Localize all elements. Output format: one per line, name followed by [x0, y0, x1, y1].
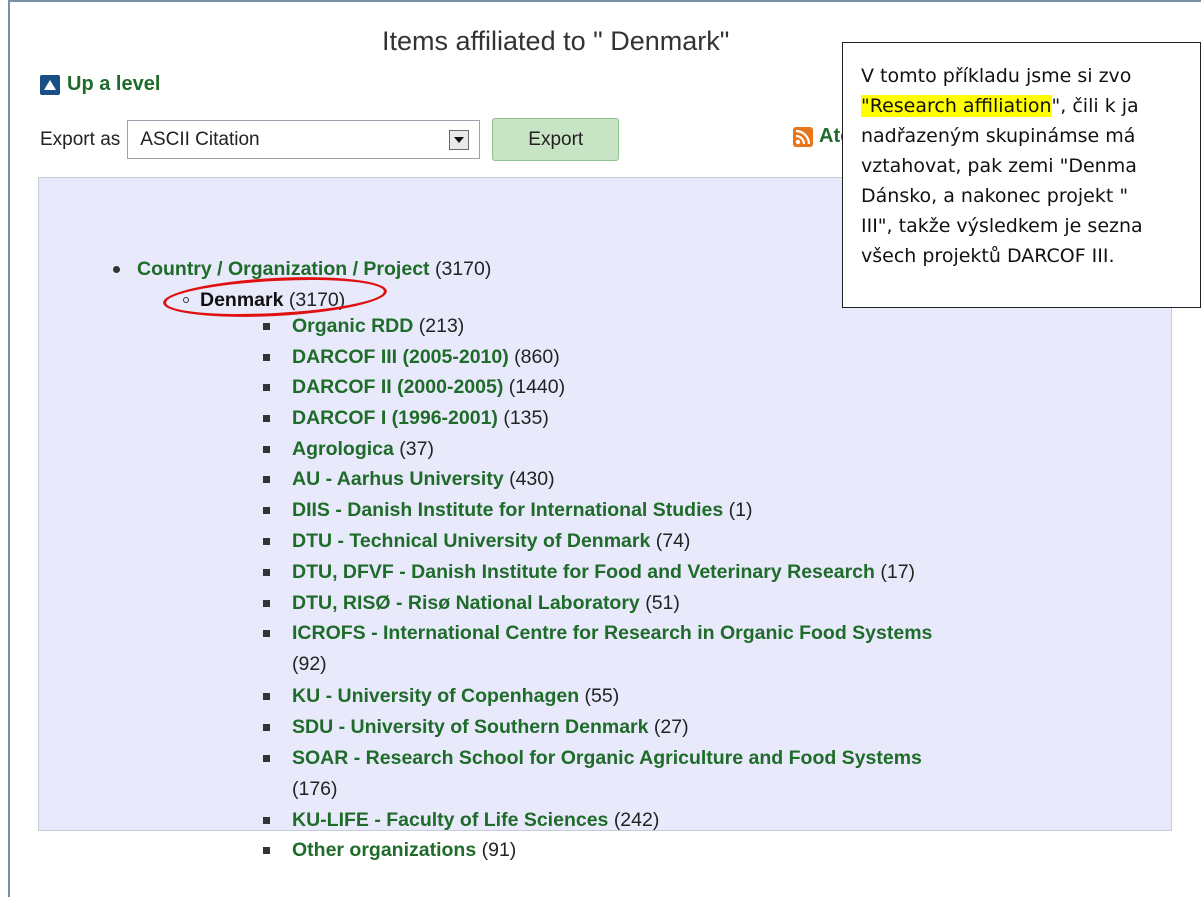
tree-bullet: [263, 507, 270, 514]
project-count: (135): [503, 407, 549, 429]
list-item: KU-LIFE - Faculty of Life Sciences (242): [292, 808, 659, 832]
tree-bullet: [263, 755, 270, 762]
list-item: DARCOF I (1996-2001) (135): [292, 406, 549, 430]
export-format-select[interactable]: ASCII Citation: [127, 120, 481, 159]
tree-bullet: [263, 323, 270, 330]
list-item: ICROFS - International Centre for Resear…: [292, 621, 932, 675]
project-link[interactable]: AU - Aarhus University: [292, 468, 504, 490]
export-format-value: ASCII Citation: [140, 128, 260, 150]
project-count: (27): [653, 716, 689, 738]
explanation-callout: V tomto příkladu jsme si zvo "Research a…: [842, 42, 1201, 308]
project-count: (74): [655, 530, 691, 552]
tree-bullet: [263, 817, 270, 824]
project-link[interactable]: DARCOF III (2005-2010): [292, 346, 509, 368]
project-link[interactable]: SOAR - Research School for Organic Agric…: [292, 747, 922, 769]
list-item: Agrologica (37): [292, 437, 434, 461]
project-link[interactable]: ICROFS - International Centre for Resear…: [292, 622, 932, 644]
project-link[interactable]: Agrologica: [292, 438, 394, 460]
project-count: (37): [399, 438, 434, 460]
tree-root-count: (3170): [434, 258, 492, 280]
list-item: DARCOF III (2005-2010) (860): [292, 345, 560, 369]
list-item: SOAR - Research School for Organic Agric…: [292, 746, 922, 800]
project-link[interactable]: DIIS - Danish Institute for Internationa…: [292, 499, 723, 521]
list-item: Other organizations (91): [292, 838, 516, 862]
project-link[interactable]: Organic RDD: [292, 315, 413, 337]
project-count: (92): [292, 653, 327, 675]
project-count: (51): [645, 592, 680, 614]
page-top-border: [8, 0, 1201, 2]
tree-bullet: [263, 724, 270, 731]
callout-line: Dánsko, a nakonec projekt ": [861, 185, 1129, 207]
project-count: (55): [584, 685, 620, 707]
project-link[interactable]: DARCOF II (2000-2005): [292, 376, 503, 398]
project-link[interactable]: Other organizations: [292, 839, 476, 861]
up-arrow-icon: [40, 74, 60, 95]
project-count: (242): [613, 809, 660, 831]
list-item: DIIS - Danish Institute for Internationa…: [292, 498, 752, 522]
callout-line: III", takže výsledkem je sezna: [861, 215, 1143, 237]
tree-bullet: [263, 476, 270, 483]
export-as-label: Export as: [40, 128, 121, 150]
list-item: Organic RDD (213): [292, 314, 464, 338]
list-item: KU - University of Copenhagen (55): [292, 684, 619, 708]
project-count: (213): [418, 315, 465, 337]
list-item: DTU, DFVF - Danish Institute for Food an…: [292, 560, 915, 584]
export-toolbar: Export as ASCII Citation Export: [40, 118, 620, 161]
tree-bullet: [263, 847, 270, 854]
list-item: AU - Aarhus University (430): [292, 467, 555, 491]
callout-highlight: "Research affiliation: [861, 95, 1052, 117]
project-count: (1): [728, 499, 753, 521]
project-link[interactable]: DTU - Technical University of Denmark: [292, 530, 650, 552]
callout-text: ", čili k ja: [1051, 95, 1139, 117]
project-link[interactable]: DTU, RISØ - Risø National Laboratory: [292, 592, 640, 614]
project-count: (176): [292, 778, 338, 800]
page-title: Items affiliated to " Denmark": [382, 26, 730, 56]
rss-feed-icon: [793, 126, 813, 147]
project-count: (1440): [508, 376, 566, 398]
callout-line: všech projektů DARCOF III.: [861, 245, 1115, 267]
list-item: SDU - University of Southern Denmark (27…: [292, 715, 689, 739]
project-count: (860): [514, 346, 560, 368]
up-a-level-link[interactable]: Up a level: [40, 73, 160, 96]
tree-bullet: [263, 569, 270, 576]
tree-bullet: [263, 600, 270, 607]
project-count: (17): [880, 561, 916, 583]
project-link[interactable]: DTU, DFVF - Danish Institute for Food an…: [292, 561, 875, 583]
project-count: (91): [481, 839, 517, 861]
tree-bullet: [263, 384, 270, 391]
tree-bullet: [263, 630, 270, 637]
callout-line: V tomto příkladu jsme si zvo: [861, 65, 1132, 87]
tree-bullet: [113, 266, 120, 273]
list-item: DTU, RISØ - Risø National Laboratory (51…: [292, 591, 680, 615]
up-a-level-label: Up a level: [67, 73, 161, 95]
project-link[interactable]: KU - University of Copenhagen: [292, 685, 579, 707]
list-item: DARCOF II (2000-2005) (1440): [292, 375, 565, 399]
project-link[interactable]: DARCOF I (1996-2001): [292, 407, 498, 429]
project-link[interactable]: SDU - University of Southern Denmark: [292, 716, 648, 738]
callout-line: nadřazeným skupinámse má: [861, 125, 1136, 147]
callout-line: vztahovat, pak zemi "Denma: [861, 155, 1137, 177]
project-link[interactable]: KU-LIFE - Faculty of Life Sciences: [292, 809, 608, 831]
callout-line: "Research affiliation", čili k ja: [861, 91, 1200, 121]
project-count: (430): [509, 468, 555, 490]
page-left-border: [8, 0, 10, 897]
export-button[interactable]: Export: [492, 118, 620, 161]
tree-bullet: [263, 446, 270, 453]
tree-bullet: [263, 538, 270, 545]
list-item: DTU - Technical University of Denmark (7…: [292, 529, 690, 553]
tree-bullet: [263, 415, 270, 422]
tree-bullet: [263, 693, 270, 700]
tree-bullet: [263, 354, 270, 361]
dropdown-arrow-icon[interactable]: [449, 129, 470, 150]
